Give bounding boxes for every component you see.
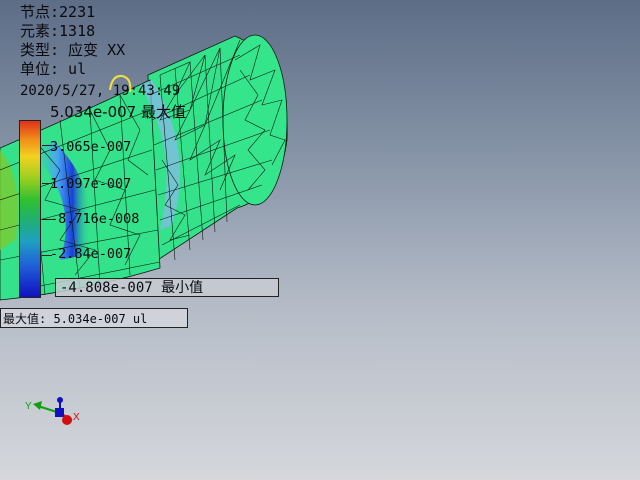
legend-label-2: 1.097e-007 xyxy=(50,176,132,192)
node-count: 节点:2231 xyxy=(20,3,96,21)
cylinder-end-face xyxy=(222,34,288,206)
color-legend-bar xyxy=(19,120,41,298)
triad-x-ball xyxy=(62,415,72,425)
result-unit: 单位: ul xyxy=(20,60,87,78)
triad-cube xyxy=(55,408,64,417)
triad-y-arrow xyxy=(33,401,42,410)
timestamp: 2020/5/27, 19:43:49 xyxy=(20,83,181,99)
legend-label-3: -8.716e-008 xyxy=(50,211,140,227)
legend-label-4: -2.84e-007 xyxy=(50,246,132,262)
triad-z-ball xyxy=(57,397,63,403)
fea-viewport[interactable]: Y X xyxy=(0,0,640,480)
axis-triad[interactable]: Y X xyxy=(25,397,80,425)
triad-x-label: X xyxy=(73,412,80,423)
element-count: 元素:1318 xyxy=(20,22,96,40)
min-value-probe[interactable]: -4.808e-007 最小值 xyxy=(55,278,279,297)
triad-y-label: Y xyxy=(25,401,32,412)
legend-max-label: 5.034e-007 最大值 xyxy=(50,103,186,121)
legend-label-1: 3.065e-007 xyxy=(50,139,132,155)
result-type: 类型: 应变 XX xyxy=(20,41,126,59)
max-value-probe[interactable]: 最大值: 5.034e-007 ul xyxy=(0,308,188,328)
